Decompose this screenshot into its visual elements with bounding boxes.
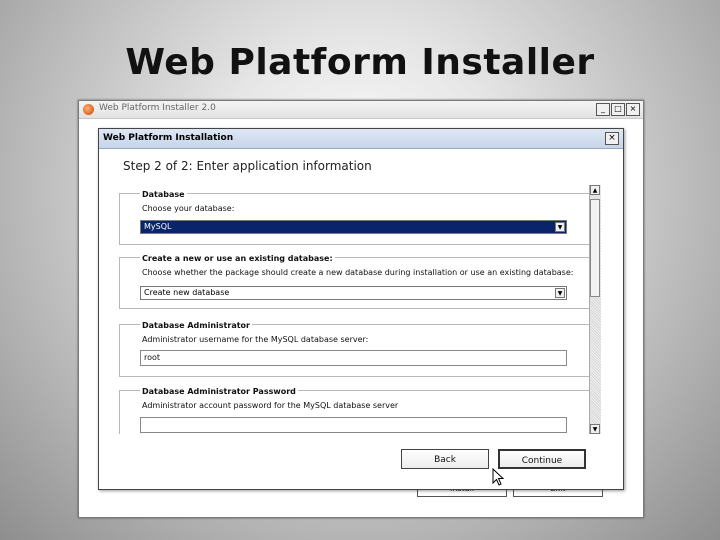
admin-username-input[interactable]: root	[140, 350, 567, 366]
select-value: MySQL	[144, 222, 172, 231]
form-scroll-area: Database Choose your database: MySQL ▼ C…	[119, 185, 599, 434]
group-description: Choose your database:	[142, 204, 235, 213]
group-description: Administrator account password for the M…	[142, 401, 399, 410]
window-controls: _ □ ×	[596, 103, 640, 116]
group-title: Database Administrator	[140, 321, 252, 330]
maximize-icon[interactable]: □	[611, 103, 625, 116]
scroll-up-icon[interactable]: ▲	[590, 185, 600, 195]
dialog-title-bar: Web Platform Installation ×	[99, 129, 623, 149]
outer-window-title: Web Platform Installer 2.0	[99, 103, 216, 113]
database-group: Database Choose your database: MySQL ▼	[119, 190, 593, 245]
outer-title-bar: Web Platform Installer 2.0 _ □ ×	[79, 101, 643, 119]
step-heading: Step 2 of 2: Enter application informati…	[123, 159, 372, 173]
dialog-title: Web Platform Installation	[103, 133, 234, 143]
form-scrollbar[interactable]: ▲ ▼	[589, 185, 601, 434]
continue-button[interactable]: Continue	[498, 449, 586, 469]
mouse-cursor-icon	[492, 468, 505, 486]
database-admin-group: Database Administrator Administrator use…	[119, 321, 593, 377]
group-description: Administrator username for the MySQL dat…	[142, 335, 369, 344]
app-icon	[83, 104, 94, 115]
back-button[interactable]: Back	[401, 449, 489, 469]
group-description: Choose whether the package should create…	[142, 268, 574, 277]
select-value: Create new database	[144, 288, 230, 297]
close-icon[interactable]: ×	[605, 132, 619, 145]
admin-password-input[interactable]	[140, 417, 567, 433]
create-database-select[interactable]: Create new database ▼	[140, 286, 567, 300]
database-select[interactable]: MySQL ▼	[140, 220, 567, 234]
scroll-thumb[interactable]	[590, 199, 600, 297]
group-title: Create a new or use an existing database…	[140, 254, 335, 263]
scroll-down-icon[interactable]: ▼	[590, 424, 600, 434]
close-icon[interactable]: ×	[626, 103, 640, 116]
dropdown-arrow-icon[interactable]: ▼	[555, 288, 565, 298]
database-admin-password-group: Database Administrator Password Administ…	[119, 387, 593, 434]
slide-title: Web Platform Installer	[125, 42, 595, 83]
minimize-icon[interactable]: _	[596, 103, 610, 116]
create-database-group: Create a new or use an existing database…	[119, 254, 593, 309]
dropdown-arrow-icon[interactable]: ▼	[555, 222, 565, 232]
group-title: Database	[140, 190, 187, 199]
group-title: Database Administrator Password	[140, 387, 298, 396]
installation-dialog: Web Platform Installation × Step 2 of 2:…	[98, 128, 624, 490]
